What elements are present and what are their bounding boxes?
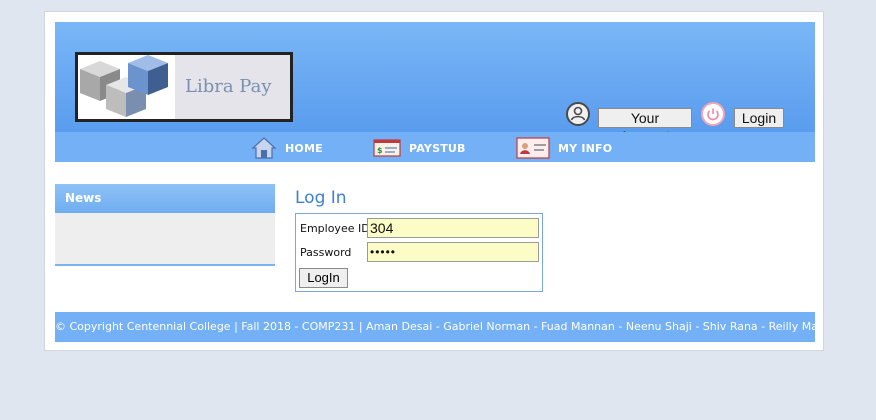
nav-paystub[interactable]: $ PAYSTUB [373,136,466,160]
svg-text:$: $ [377,146,383,155]
header-login-button[interactable]: Login [734,108,784,128]
password-input[interactable]: ••••• [367,242,539,262]
id-card-icon [516,137,550,159]
page-container: Libra Pay Your Account Login HOME [44,11,824,351]
paystub-icon: $ [373,139,401,157]
login-form: Employee ID 304 Password ••••• LogIn [295,213,543,292]
home-icon [251,137,277,159]
employee-id-label: Employee ID [300,222,370,235]
power-icon[interactable] [701,102,725,126]
footer: © Copyright Centennial College | Fall 20… [55,312,815,342]
logo-text: Libra Pay [185,76,272,97]
employee-id-input[interactable]: 304 [367,218,539,238]
logo-cubes-icon [80,55,168,117]
login-title: Log In [295,188,347,208]
nav-home[interactable]: HOME [251,136,323,160]
nav-home-label: HOME [285,141,323,155]
your-account-button[interactable]: Your Account [598,108,692,144]
main-nav: HOME $ PAYSTUB MY INFO [55,132,815,162]
account-icon[interactable] [566,102,590,126]
header: Libra Pay Your Account Login [55,22,815,144]
nav-my-info-label: MY INFO [558,141,613,155]
news-title: News [55,184,275,213]
login-submit-button[interactable]: LogIn [299,268,348,288]
nav-paystub-label: PAYSTUB [409,141,466,155]
nav-my-info[interactable]: MY INFO [516,136,612,160]
libra-pay-logo[interactable]: Libra Pay [75,52,293,122]
password-label: Password [300,246,352,259]
news-panel: News [55,184,275,266]
